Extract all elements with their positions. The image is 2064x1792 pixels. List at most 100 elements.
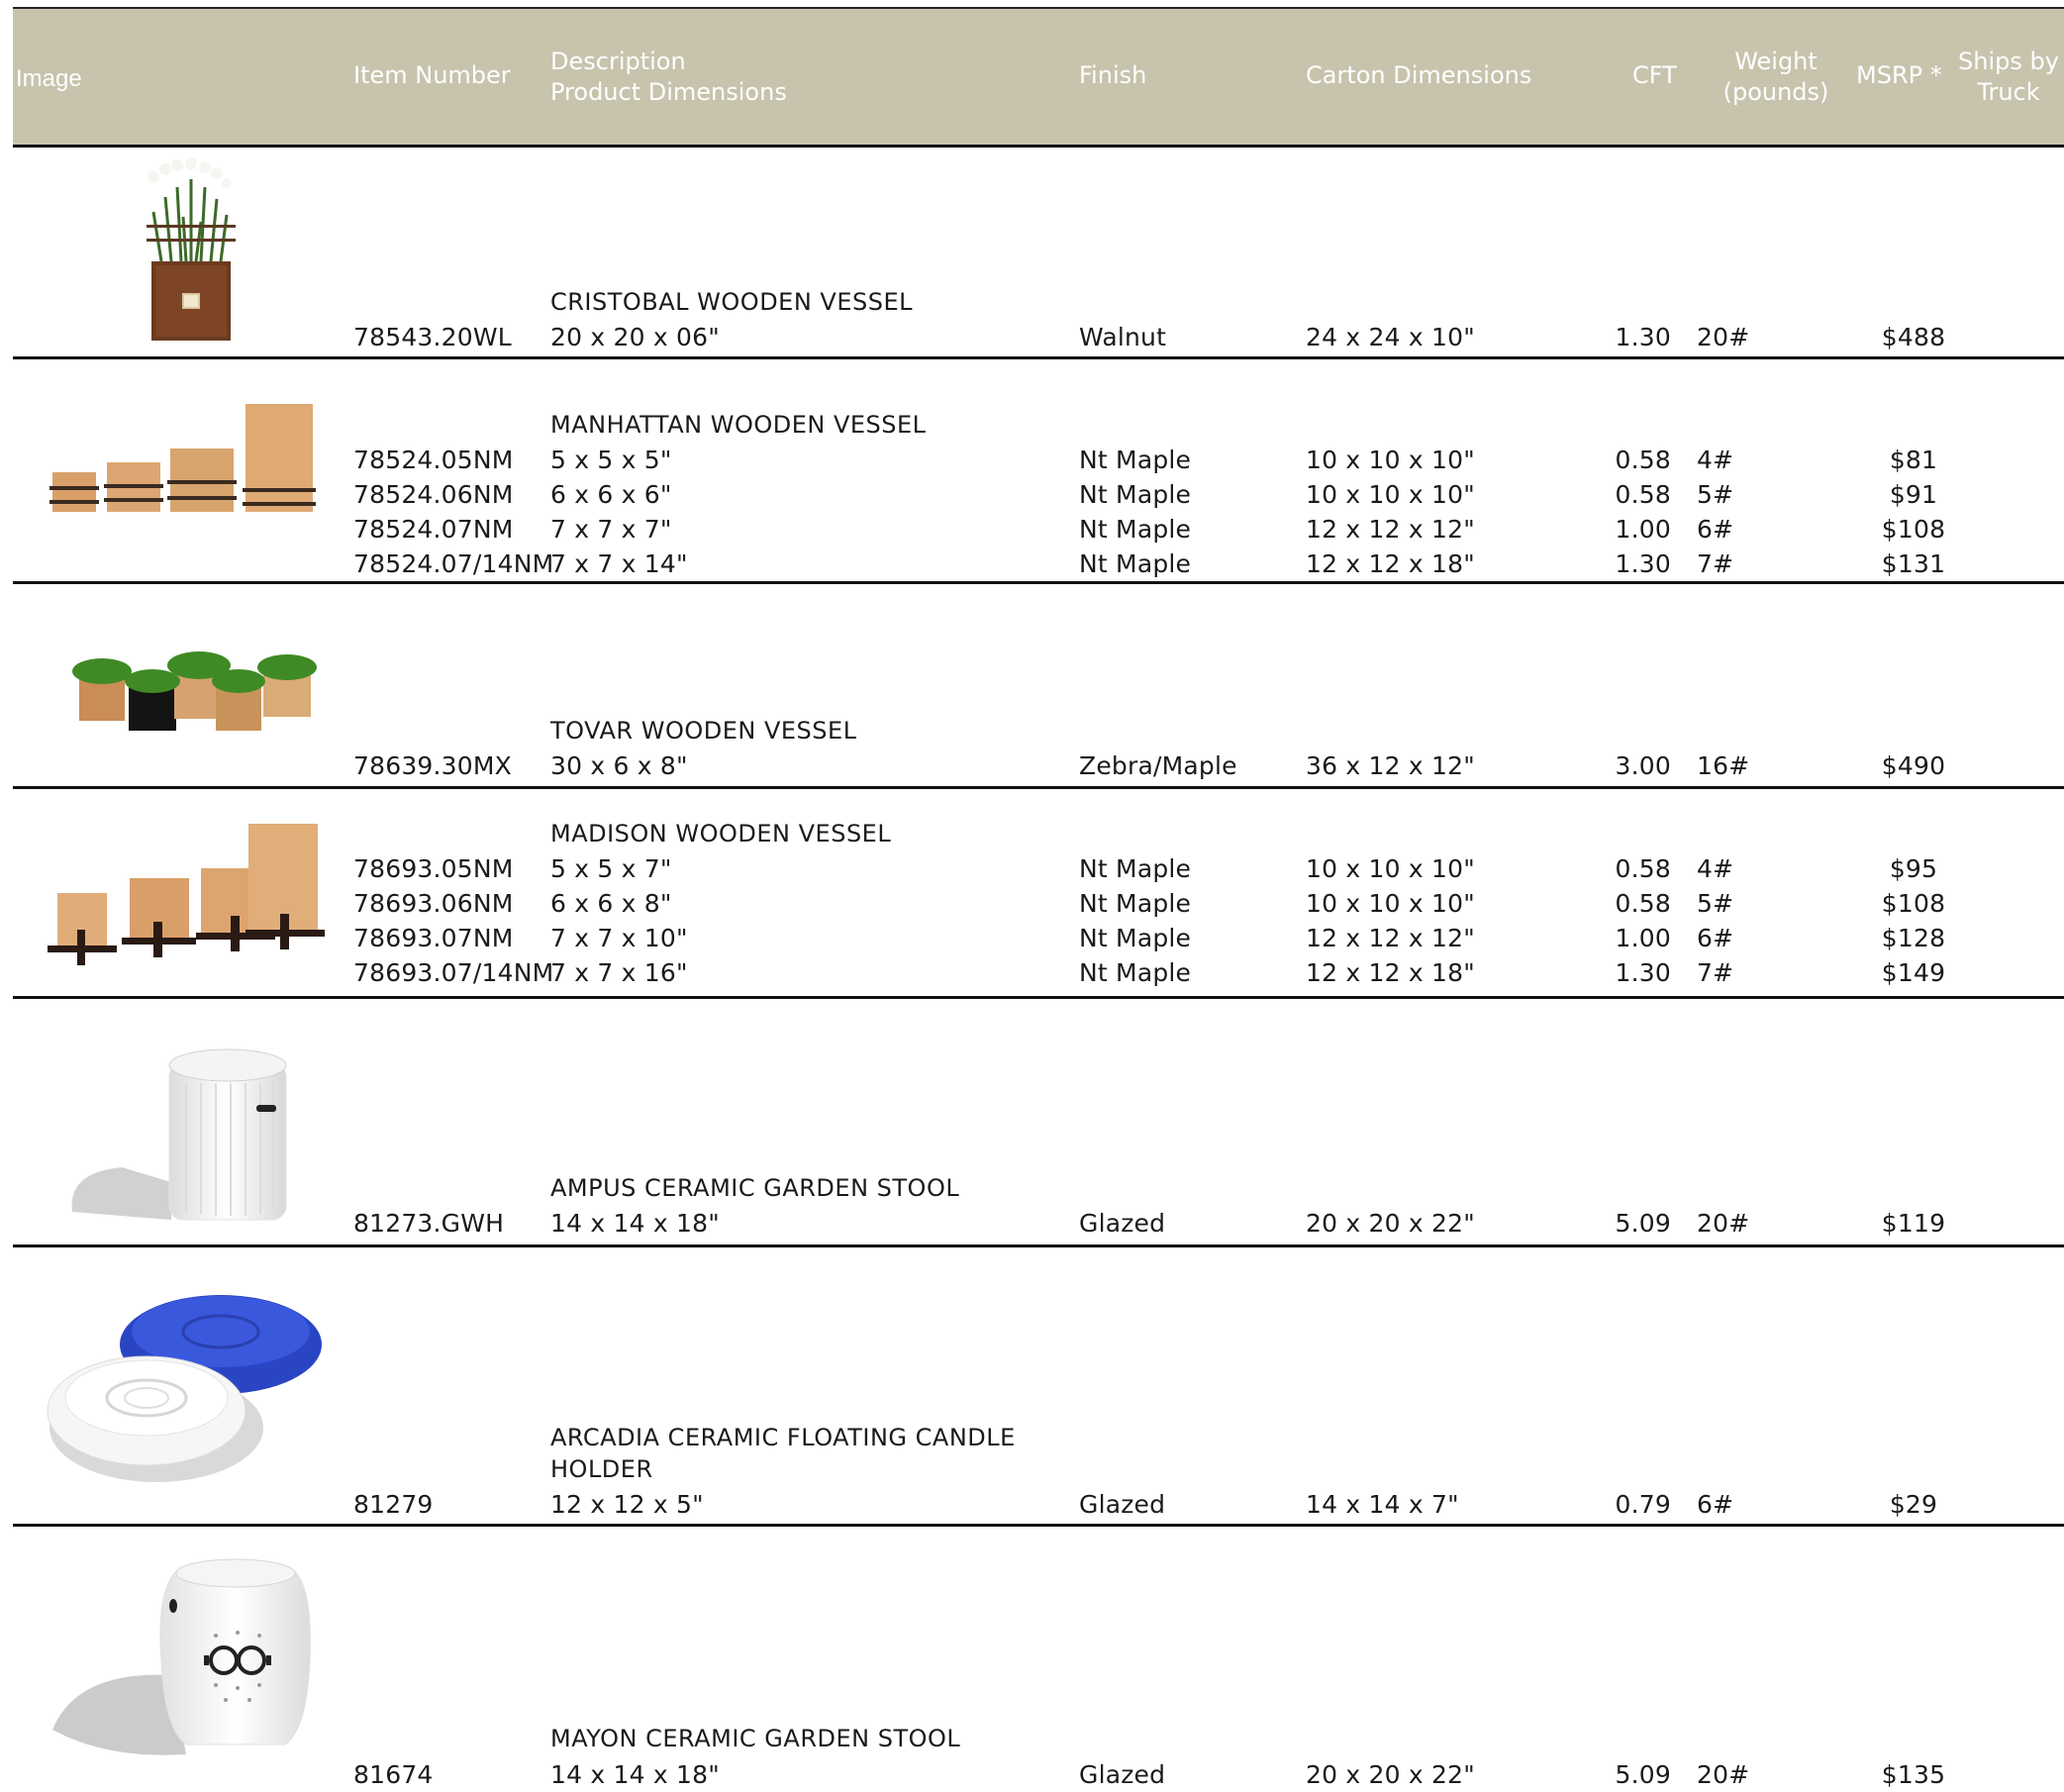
finish: Glazed (1079, 1209, 1166, 1238)
product-name-line2: HOLDER (550, 1455, 653, 1483)
product-name: CRISTOBAL WOODEN VESSEL (550, 288, 914, 316)
product-dimensions: 7 x 7 x 14" (550, 549, 688, 578)
product-name: AMPUS CERAMIC GARDEN STOOL (550, 1174, 960, 1202)
carton-dimensions: 12 x 12 x 12" (1306, 924, 1475, 952)
product-name: ARCADIA CERAMIC FLOATING CANDLE (550, 1424, 1016, 1451)
item-number: 81279 (353, 1490, 434, 1519)
header-image: Image (16, 65, 82, 92)
header-item-number: Item Number (353, 61, 511, 89)
carton-dimensions: 14 x 14 x 7" (1306, 1490, 1459, 1519)
cft: 0.58 (1615, 889, 1671, 918)
carton-dimensions: 10 x 10 x 10" (1306, 854, 1475, 883)
item-number: 81273.GWH (353, 1209, 505, 1238)
item-number: 78693.07NM (353, 924, 514, 952)
weight: 4# (1697, 446, 1734, 474)
carton-dimensions: 12 x 12 x 18" (1306, 958, 1475, 987)
cft: 1.30 (1615, 549, 1671, 578)
product-dimensions: 30 x 6 x 8" (550, 751, 688, 780)
finish: Nt Maple (1079, 924, 1192, 952)
header-weight: Weight (1734, 48, 1818, 75)
msrp: $128 (1881, 924, 1946, 952)
weight: 6# (1697, 1490, 1734, 1519)
finish: Nt Maple (1079, 549, 1192, 578)
msrp: $91 (1889, 480, 1938, 509)
table-header: Image Item Number Description Product Di… (13, 7, 2064, 148)
finish: Walnut (1079, 323, 1167, 351)
finish: Nt Maple (1079, 515, 1192, 544)
msrp: $131 (1881, 549, 1946, 578)
weight: 5# (1697, 480, 1734, 509)
product-group-tovar: TOVAR WOODEN VESSEL 78639.30MX 30 x 6 x … (13, 584, 2064, 789)
cft: 1.30 (1615, 958, 1671, 987)
product-dimensions: 6 x 6 x 8" (550, 889, 672, 918)
msrp: $490 (1881, 751, 1946, 780)
product-group-mayon: MAYON CERAMIC GARDEN STOOL 81674 14 x 14… (13, 1527, 2064, 1790)
msrp: $81 (1889, 446, 1938, 474)
cft: 0.58 (1615, 480, 1671, 509)
msrp: $108 (1881, 515, 1946, 544)
cft: 1.00 (1615, 515, 1671, 544)
floating-candle-holders-icon (47, 1295, 322, 1482)
item-number: 78543.20WL (353, 323, 512, 351)
wooden-boxes-icon (49, 404, 316, 512)
item-number: 78524.06NM (353, 480, 514, 509)
product-dimensions: 14 x 14 x 18" (550, 1209, 720, 1238)
ceramic-stool-icon (71, 1048, 287, 1221)
cft: 3.00 (1615, 751, 1671, 780)
carton-dimensions: 10 x 10 x 10" (1306, 889, 1475, 918)
cft: 5.09 (1615, 1760, 1671, 1789)
msrp: $119 (1881, 1209, 1946, 1238)
carton-dimensions: 12 x 12 x 18" (1306, 549, 1475, 578)
msrp: $135 (1881, 1760, 1946, 1789)
item-number: 78639.30MX (353, 751, 512, 780)
product-name: MANHATTAN WOODEN VESSEL (550, 411, 927, 439)
finish: Nt Maple (1079, 889, 1192, 918)
weight: 16# (1697, 751, 1750, 780)
product-group-madison: MADISON WOODEN VESSEL 78693.05NM 5 x 5 x… (13, 789, 2064, 999)
carton-dimensions: 10 x 10 x 10" (1306, 480, 1475, 509)
header-product-dimensions: Product Dimensions (550, 78, 787, 106)
grass-planters-icon (72, 651, 317, 731)
product-dimensions: 20 x 20 x 06" (550, 323, 720, 351)
item-number: 78693.05NM (353, 854, 514, 883)
product-name: TOVAR WOODEN VESSEL (550, 717, 857, 745)
product-group-cristobal: CRISTOBAL WOODEN VESSEL 78543.20WL 20 x … (13, 148, 2064, 359)
msrp: $488 (1881, 323, 1946, 351)
weight: 5# (1697, 889, 1734, 918)
product-name: MADISON WOODEN VESSEL (550, 820, 892, 847)
header-cft: CFT (1632, 61, 1677, 89)
product-dimensions: 7 x 7 x 10" (550, 924, 688, 952)
header-truck: Truck (1977, 78, 2040, 106)
weight: 4# (1697, 854, 1734, 883)
item-number: 78693.06NM (353, 889, 514, 918)
finish: Nt Maple (1079, 446, 1192, 474)
product-dimensions: 6 x 6 x 6" (550, 480, 672, 509)
carton-dimensions: 24 x 24 x 10" (1306, 323, 1475, 351)
product-group-ampus: AMPUS CERAMIC GARDEN STOOL 81273.GWH 14 … (13, 999, 2064, 1247)
weight: 20# (1697, 1760, 1750, 1789)
carton-dimensions: 36 x 12 x 12" (1306, 751, 1475, 780)
ceramic-drum-stool-icon (52, 1558, 311, 1755)
msrp: $95 (1889, 854, 1938, 883)
weight: 6# (1697, 924, 1734, 952)
header-ships-by: Ships by (1958, 48, 2059, 75)
weight: 6# (1697, 515, 1734, 544)
cft: 1.00 (1615, 924, 1671, 952)
msrp: $108 (1881, 889, 1946, 918)
product-group-arcadia: ARCADIA CERAMIC FLOATING CANDLE HOLDER 8… (13, 1247, 2064, 1527)
item-number: 78524.07NM (353, 515, 514, 544)
finish: Nt Maple (1079, 958, 1192, 987)
carton-dimensions: 20 x 20 x 22" (1306, 1209, 1475, 1238)
cft: 5.09 (1615, 1209, 1671, 1238)
header-carton-dimensions: Carton Dimensions (1306, 61, 1532, 89)
cft: 1.30 (1615, 323, 1671, 351)
finish: Glazed (1079, 1760, 1166, 1789)
product-dimensions: 7 x 7 x 16" (550, 958, 688, 987)
product-dimensions: 5 x 5 x 5" (550, 446, 672, 474)
finish: Nt Maple (1079, 480, 1192, 509)
carton-dimensions: 10 x 10 x 10" (1306, 446, 1475, 474)
wooden-boxes-on-stands-icon (48, 824, 325, 965)
msrp: $149 (1881, 958, 1946, 987)
header-finish: Finish (1079, 61, 1147, 89)
finish: Glazed (1079, 1490, 1166, 1519)
